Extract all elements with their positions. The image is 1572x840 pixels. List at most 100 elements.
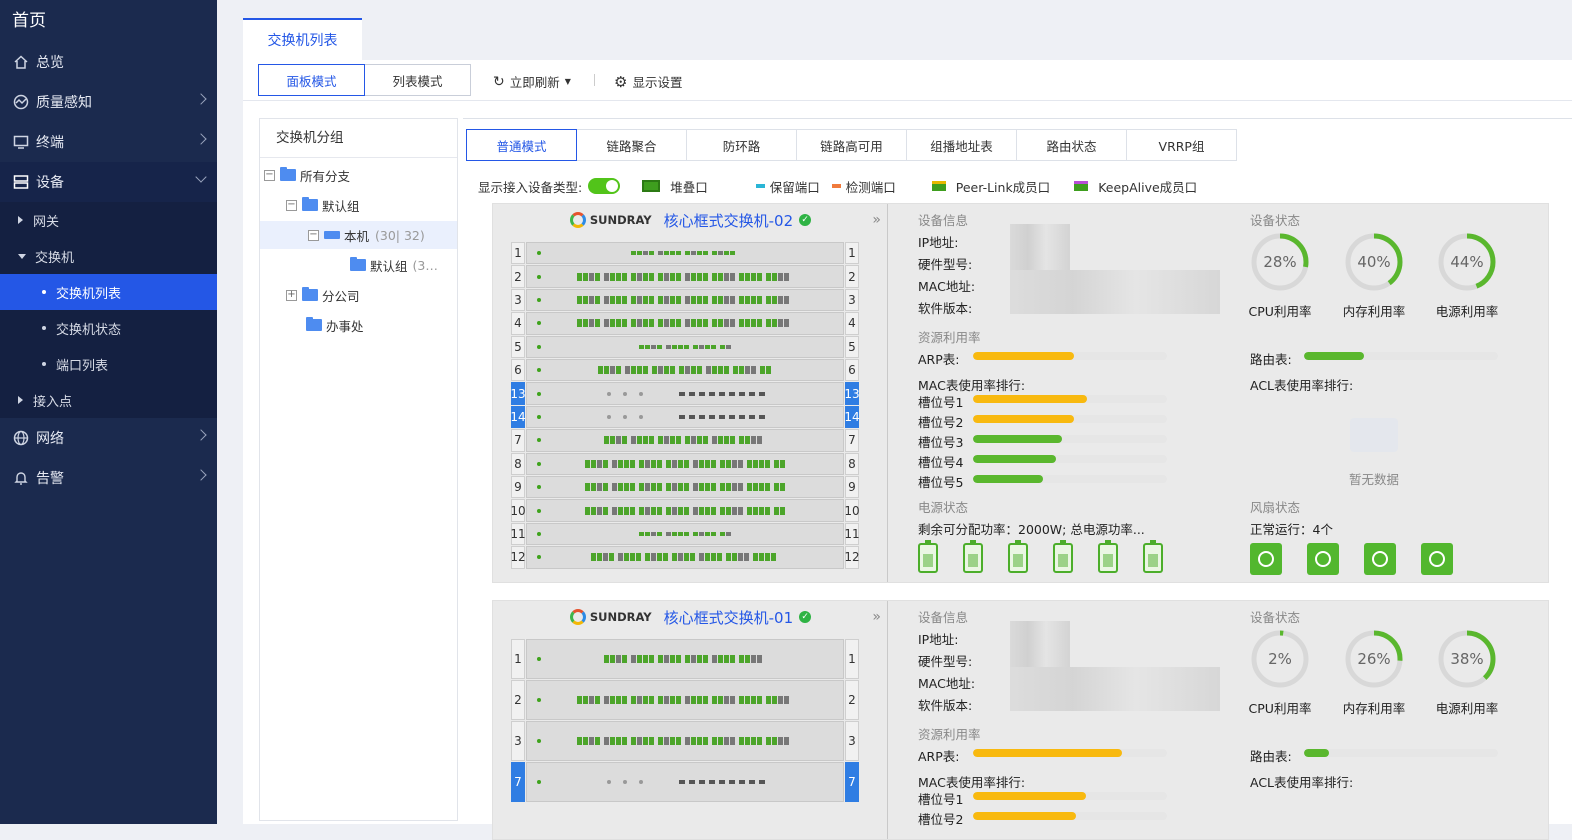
port-icon[interactable] bbox=[670, 436, 675, 445]
port-icon[interactable] bbox=[724, 272, 729, 281]
port-icon[interactable] bbox=[719, 459, 725, 468]
port-icon[interactable] bbox=[650, 531, 656, 536]
port-icon[interactable] bbox=[676, 696, 681, 704]
chassis-slot[interactable]: 11 bbox=[511, 242, 859, 265]
port-icon[interactable] bbox=[650, 459, 656, 468]
port-icon[interactable] bbox=[650, 344, 656, 349]
port-icon[interactable] bbox=[745, 295, 750, 304]
port-icon[interactable] bbox=[683, 506, 689, 515]
collapse-icon[interactable]: − bbox=[308, 229, 319, 241]
port-icon[interactable] bbox=[631, 251, 636, 256]
port-icon[interactable] bbox=[779, 506, 785, 515]
fan-icon[interactable] bbox=[1250, 543, 1282, 575]
power-supply-icon[interactable] bbox=[1008, 540, 1028, 573]
port-icon[interactable] bbox=[772, 295, 777, 304]
port-icon[interactable] bbox=[637, 319, 642, 328]
port-icon[interactable] bbox=[656, 483, 662, 492]
port-icon[interactable] bbox=[751, 319, 756, 328]
port-icon[interactable] bbox=[725, 531, 731, 536]
port-icon[interactable] bbox=[692, 459, 698, 468]
tab-link-aggregation[interactable]: 链路聚合 bbox=[576, 129, 687, 161]
port-icon[interactable] bbox=[724, 319, 729, 328]
port-icon[interactable] bbox=[737, 483, 743, 492]
port-icon[interactable] bbox=[697, 295, 702, 304]
sidebar-item-switch[interactable]: 交换机 bbox=[0, 238, 217, 274]
port-icon[interactable] bbox=[730, 295, 735, 304]
chassis-slot[interactable]: 88 bbox=[511, 452, 859, 475]
power-supply-icon[interactable] bbox=[1143, 540, 1163, 573]
port-icon[interactable] bbox=[685, 319, 690, 328]
port-icon[interactable] bbox=[698, 553, 704, 562]
port-icon[interactable] bbox=[725, 483, 731, 492]
display-settings-button[interactable]: ⚙ 显示设置 bbox=[614, 72, 682, 91]
port-icon[interactable] bbox=[710, 344, 716, 349]
port-icon[interactable] bbox=[778, 295, 783, 304]
port-icon[interactable] bbox=[617, 506, 623, 515]
port-icon[interactable] bbox=[658, 655, 663, 663]
sidebar-item-gateway[interactable]: 网关 bbox=[0, 202, 217, 238]
port-icon[interactable] bbox=[698, 531, 704, 536]
port-icon[interactable] bbox=[596, 459, 602, 468]
port-icon[interactable] bbox=[703, 436, 708, 445]
port-icon[interactable] bbox=[724, 295, 729, 304]
tab-multicast-table[interactable]: 组播地址表 bbox=[906, 129, 1017, 161]
port-icon[interactable] bbox=[712, 655, 717, 663]
port-icon[interactable] bbox=[697, 696, 702, 704]
port-icon[interactable] bbox=[745, 366, 750, 375]
port-icon[interactable] bbox=[602, 459, 608, 468]
port-icon[interactable] bbox=[643, 696, 648, 704]
port-icon[interactable] bbox=[658, 319, 663, 328]
port-icon[interactable] bbox=[671, 506, 677, 515]
panel-mode-button[interactable]: 面板模式 bbox=[258, 64, 365, 96]
device-name[interactable]: 核心框式交换机-02 bbox=[664, 210, 794, 231]
port-icon[interactable] bbox=[617, 553, 623, 562]
port-icon[interactable] bbox=[691, 366, 696, 375]
port-icon[interactable] bbox=[784, 272, 789, 281]
port-icon[interactable] bbox=[604, 737, 609, 745]
port-icon[interactable] bbox=[703, 272, 708, 281]
port-icon[interactable] bbox=[629, 506, 635, 515]
port-icon[interactable] bbox=[710, 459, 716, 468]
port-icon[interactable] bbox=[685, 436, 690, 445]
port-icon[interactable] bbox=[637, 655, 642, 663]
port-icon[interactable] bbox=[658, 436, 663, 445]
port-icon[interactable] bbox=[664, 295, 669, 304]
port-icon[interactable] bbox=[658, 272, 663, 281]
port-icon[interactable] bbox=[602, 553, 608, 562]
port-icon[interactable] bbox=[730, 436, 735, 445]
port-icon[interactable] bbox=[616, 436, 621, 445]
port-icon[interactable] bbox=[764, 553, 770, 562]
port-icon[interactable] bbox=[664, 319, 669, 328]
port-icon[interactable] bbox=[718, 295, 723, 304]
port-icon[interactable] bbox=[745, 696, 750, 704]
port-icon[interactable] bbox=[757, 319, 762, 328]
port-icon[interactable] bbox=[703, 295, 708, 304]
port-icon[interactable] bbox=[595, 272, 600, 281]
port-icon[interactable] bbox=[764, 459, 770, 468]
port-icon[interactable] bbox=[649, 436, 654, 445]
device-name[interactable]: 核心框式交换机-01 bbox=[664, 607, 794, 628]
port-icon[interactable] bbox=[616, 295, 621, 304]
port-icon[interactable] bbox=[658, 366, 663, 375]
port-icon[interactable] bbox=[752, 483, 758, 492]
port-icon[interactable] bbox=[751, 272, 756, 281]
power-supply-icon[interactable] bbox=[918, 540, 938, 573]
port-icon[interactable] bbox=[778, 737, 783, 745]
port-icon[interactable] bbox=[758, 553, 764, 562]
port-icon[interactable] bbox=[683, 459, 689, 468]
port-icon[interactable] bbox=[622, 655, 627, 663]
port-icon[interactable] bbox=[683, 531, 689, 536]
port-icon[interactable] bbox=[704, 459, 710, 468]
tab-route-status[interactable]: 路由状态 bbox=[1016, 129, 1127, 161]
fan-icon[interactable] bbox=[1307, 543, 1339, 575]
port-icon[interactable] bbox=[623, 506, 629, 515]
port-icon[interactable] bbox=[718, 251, 723, 256]
port-icon[interactable] bbox=[670, 737, 675, 745]
power-supply-icon[interactable] bbox=[1053, 540, 1073, 573]
port-icon[interactable] bbox=[731, 483, 737, 492]
port-icon[interactable] bbox=[638, 459, 644, 468]
port-icon[interactable] bbox=[710, 506, 716, 515]
port-icon[interactable] bbox=[664, 737, 669, 745]
port-icon[interactable] bbox=[712, 272, 717, 281]
port-icon[interactable] bbox=[731, 553, 737, 562]
